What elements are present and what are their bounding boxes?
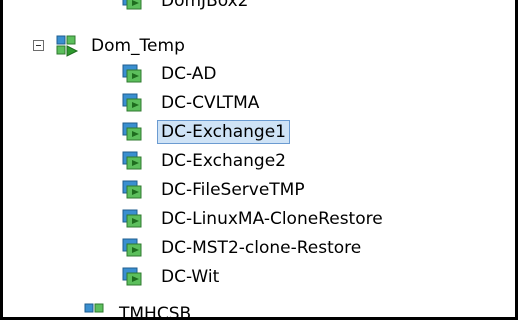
tree-item-label: DomJBox2: [161, 0, 249, 11]
tree-item-cut-bottom[interactable]: TMHCSB: [83, 301, 195, 320]
virtual-machine-icon: [122, 267, 142, 286]
virtual-machine-icon: [122, 0, 142, 10]
tree-item-vm[interactable]: DC-CVLTMA: [121, 90, 263, 116]
tree-item-vm-selected[interactable]: DC-Exchange1: [121, 119, 290, 145]
virtual-machine-icon: [122, 180, 142, 199]
tree-item-vm[interactable]: DC-Wit: [121, 264, 223, 290]
tree-item-label: TMHCSB: [119, 304, 192, 320]
virtual-machine-icon: [122, 209, 142, 228]
tree-item-vm[interactable]: DC-FileServeTMP: [121, 177, 309, 203]
tree-item-label: DC-FileServeTMP: [161, 180, 305, 200]
tree-item-label: Dom_Temp: [91, 36, 185, 56]
resource-pool-icon: [56, 35, 79, 57]
virtual-machine-icon: [122, 151, 142, 170]
tree-item-label: DC-AD: [161, 64, 217, 84]
virtual-machine-icon: [122, 93, 142, 112]
tree-item-vm[interactable]: DC-LinuxMA-CloneRestore: [121, 206, 387, 232]
inventory-tree: DomJBox2 Dom_Temp DC-AD DC-CVLTMA DC-Exc…: [0, 0, 518, 320]
tree-item-vm[interactable]: DC-Exchange2: [121, 148, 290, 174]
tree-item-label: DC-CVLTMA: [161, 93, 260, 113]
tree-item-pool[interactable]: Dom_Temp: [55, 33, 189, 59]
tree-item-vm[interactable]: DC-AD: [121, 61, 220, 87]
tree-item-label: DC-MST2-clone-Restore: [161, 238, 362, 258]
virtual-machine-icon: [122, 122, 142, 141]
tree-item-label: DC-LinuxMA-CloneRestore: [161, 209, 383, 229]
virtual-machine-icon: [122, 64, 142, 83]
tree-item-label: DC-Exchange1: [157, 120, 290, 144]
tree-item-cut-top[interactable]: DomJBox2: [121, 0, 252, 14]
tree-item-vm[interactable]: DC-MST2-clone-Restore: [121, 235, 365, 261]
virtual-machine-icon: [122, 238, 142, 257]
tree-item-label: DC-Wit: [161, 267, 220, 287]
collapse-expander-icon[interactable]: [33, 40, 44, 51]
resource-pool-icon: [84, 303, 104, 313]
tree-item-label: DC-Exchange2: [161, 151, 286, 171]
